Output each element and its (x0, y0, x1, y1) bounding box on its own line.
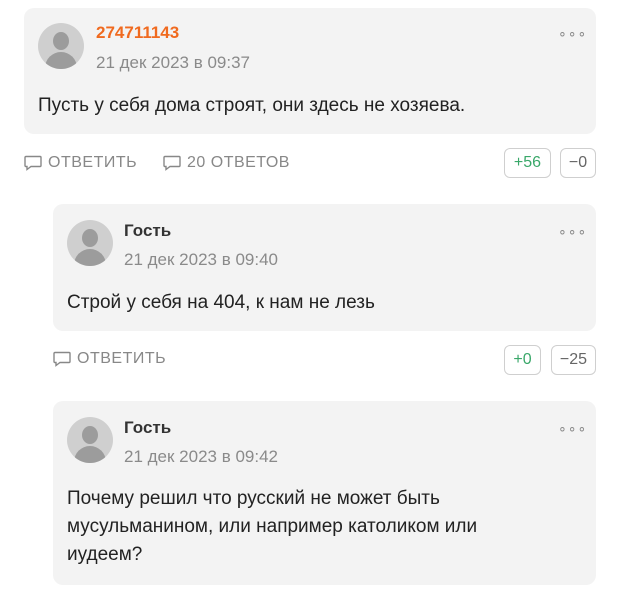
comment-date: 21 дек 2023 в 09:37 (96, 53, 251, 72)
downvote-button[interactable]: −25 (551, 345, 596, 375)
comment-author[interactable]: Гость (124, 418, 171, 438)
comment-text: Почему решил что русский не может быть м… (67, 485, 587, 569)
comment-author[interactable]: 274711143 (96, 23, 179, 43)
avatar[interactable] (67, 417, 113, 463)
reply-label: ОТВЕТИТЬ (48, 154, 138, 171)
replies-count-button[interactable]: 20 ОТВЕТОВ (163, 154, 290, 172)
comment-text: Пусть у себя дома строят, они здесь не х… (38, 95, 466, 116)
comment-text-line: Почему решил что русский не может быть (67, 488, 440, 509)
upvote-button[interactable]: +56 (504, 148, 551, 178)
comment-text-line: иудеем? (67, 544, 143, 565)
speech-bubble-icon (24, 155, 42, 171)
speech-bubble-icon (163, 155, 181, 171)
comment-date: 21 дек 2023 в 09:40 (124, 250, 279, 269)
reply-button[interactable]: ОТВЕТИТЬ (24, 154, 137, 172)
comment-card: Гость 21 дек 2023 в 09:40 ∘∘∘ Строй у се… (53, 204, 596, 331)
more-options-icon[interactable]: ∘∘∘ (558, 421, 587, 435)
comment-text-line: мусульманином, или например католиком ил… (67, 516, 478, 537)
replies-count-label: 20 ОТВЕТОВ (187, 154, 290, 171)
comment-card: Гость 21 дек 2023 в 09:42 ∘∘∘ Почему реш… (53, 401, 596, 585)
more-options-icon[interactable]: ∘∘∘ (558, 26, 587, 40)
upvote-button[interactable]: +0 (504, 345, 541, 375)
more-options-icon[interactable]: ∘∘∘ (558, 224, 587, 238)
avatar[interactable] (38, 23, 84, 69)
reply-button[interactable]: ОТВЕТИТЬ (53, 350, 166, 368)
comment-text: Строй у себя на 404, к нам не лезь (67, 292, 375, 313)
comment-author[interactable]: Гость (124, 221, 171, 241)
avatar[interactable] (67, 220, 113, 266)
reply-label: ОТВЕТИТЬ (77, 350, 167, 367)
comment-card: 274711143 21 дек 2023 в 09:37 ∘∘∘ Пусть … (24, 8, 596, 134)
speech-bubble-icon (53, 351, 71, 367)
downvote-button[interactable]: −0 (560, 148, 596, 178)
comment-date: 21 дек 2023 в 09:42 (124, 447, 279, 466)
